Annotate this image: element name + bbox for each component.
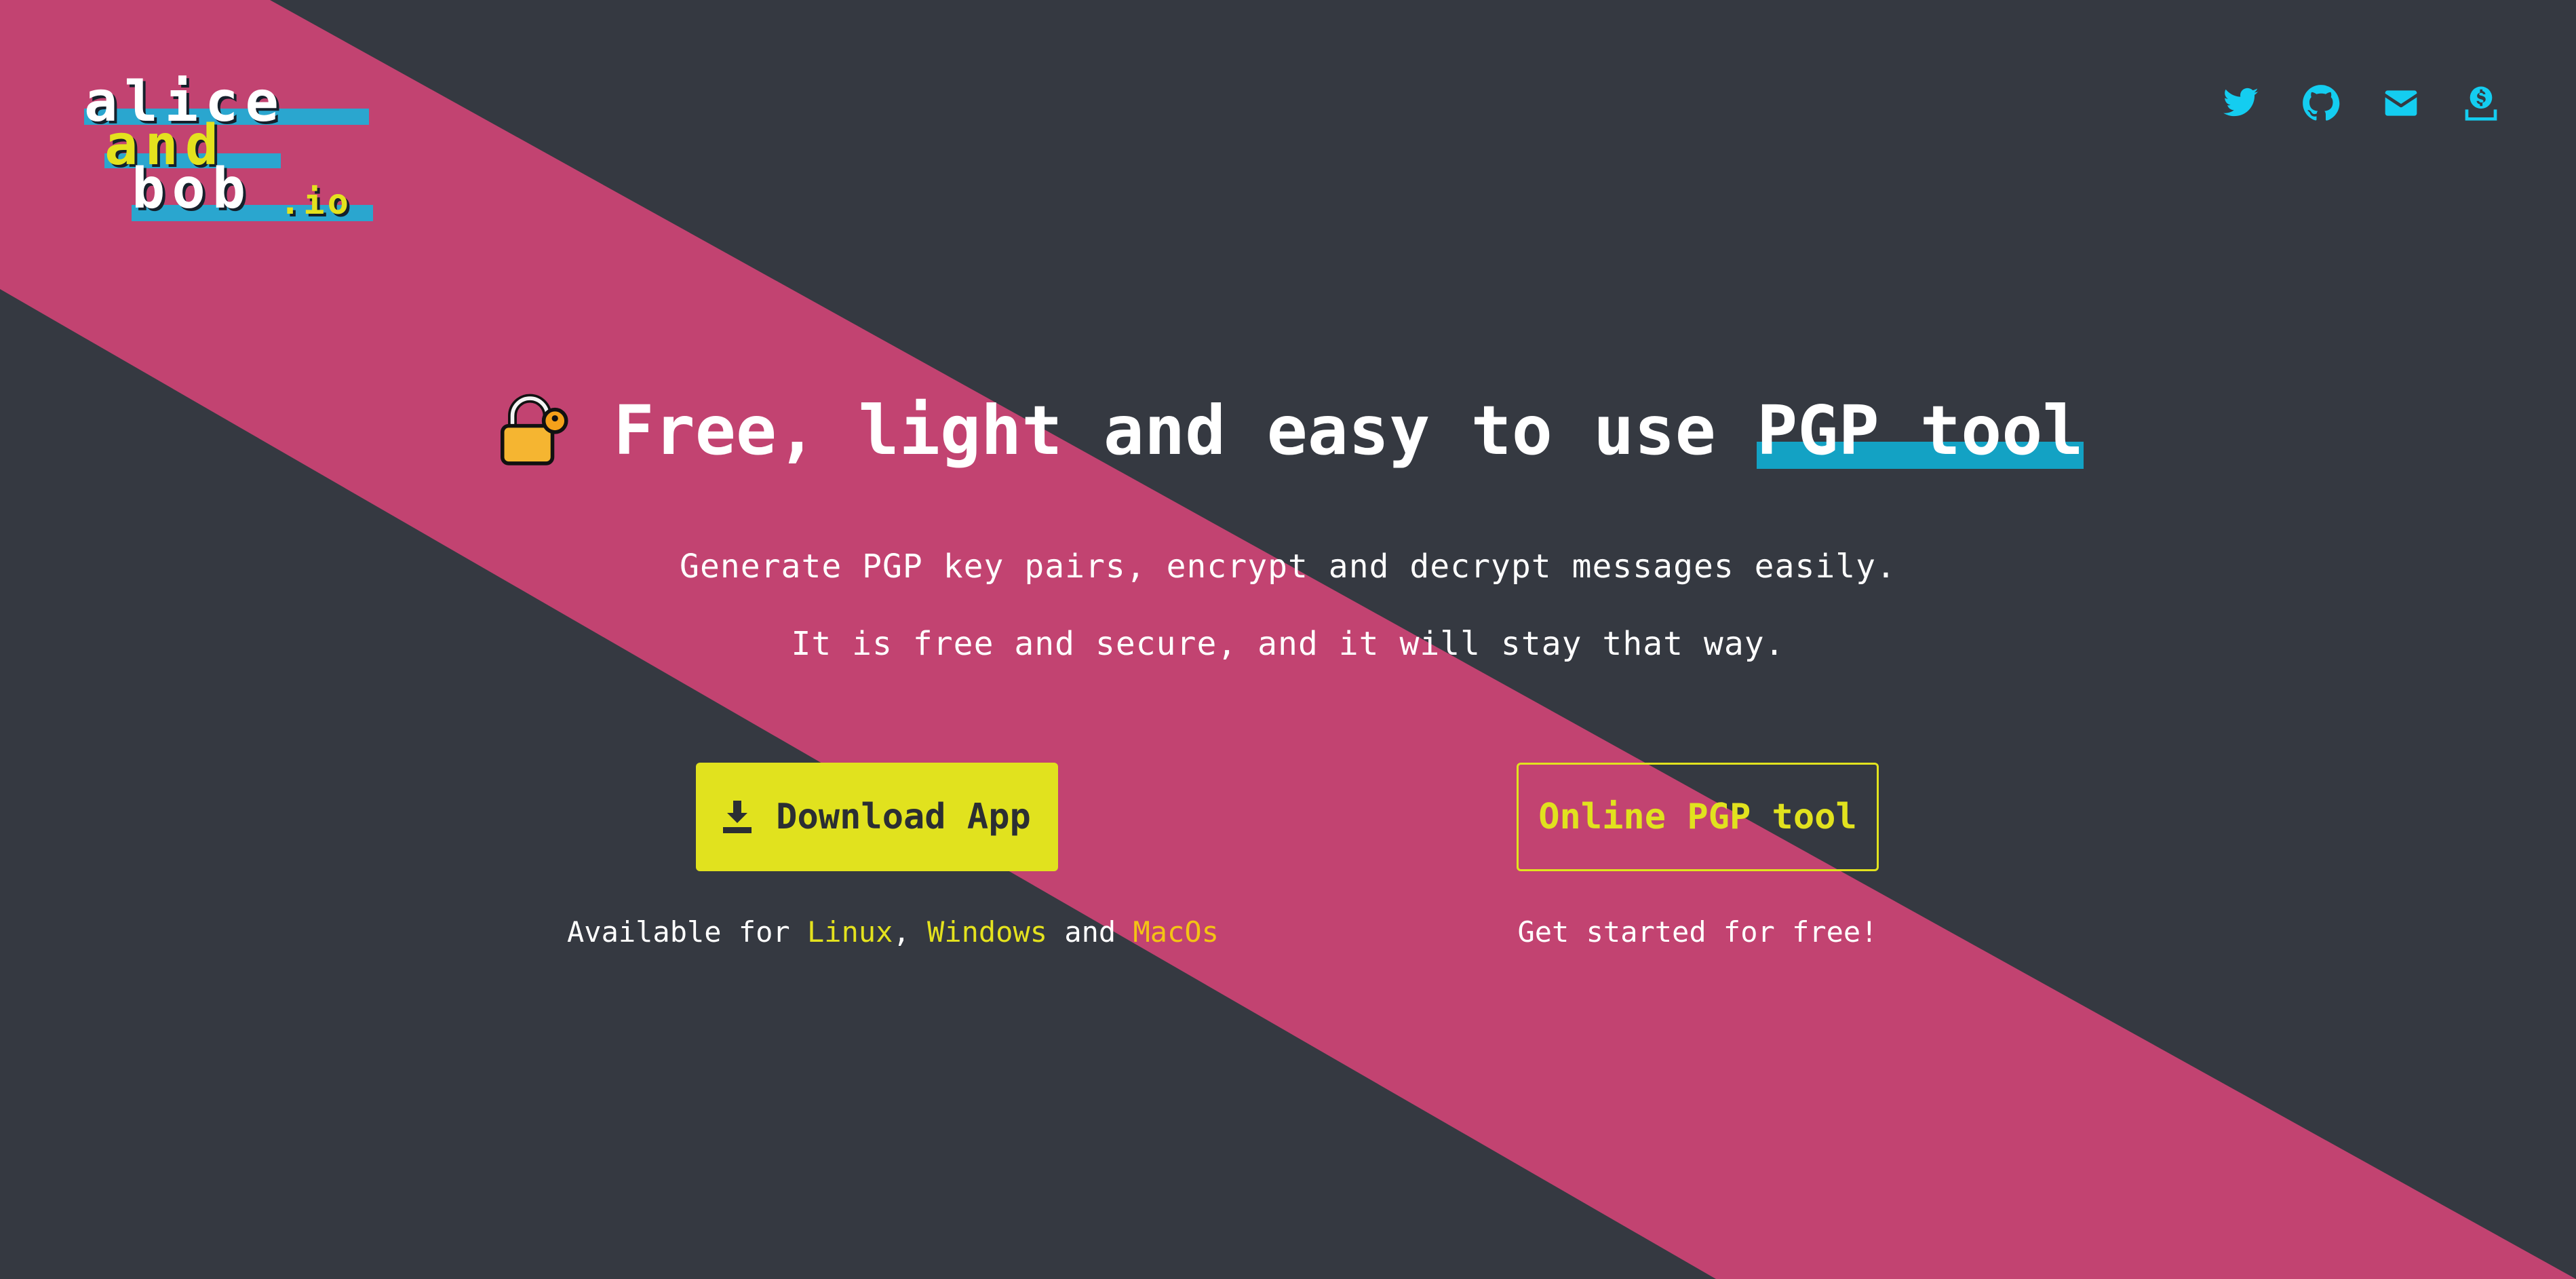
- social-links: [2222, 84, 2500, 122]
- padlock-icon: [501, 394, 568, 465]
- subtitle-line-2: It is free and secure, and it will stay …: [791, 625, 1785, 663]
- logo-word-bob: bob: [132, 157, 253, 221]
- hero-section: Free, light and easy to use PGP tool Gen…: [0, 383, 2576, 664]
- title-highlight: PGP tool: [1757, 383, 2084, 478]
- alice-and-bob-logo[interactable]: alice and bob .io: [79, 75, 377, 231]
- hero-headline: Free, light and easy to use PGP tool: [0, 383, 2576, 478]
- logo-suffix: .io: [279, 182, 351, 223]
- twitter-link[interactable]: [2222, 84, 2260, 122]
- twitter-icon: [2223, 88, 2259, 117]
- available-platforms: Available for Linux, Windows and MacOs: [567, 915, 1219, 950]
- download-icon: [723, 801, 752, 833]
- separator-comma: ,: [893, 915, 928, 949]
- online-pgp-tool-button[interactable]: Online PGP tool: [1517, 763, 1879, 871]
- download-app-label: Download App: [776, 797, 1031, 837]
- windows-link[interactable]: Windows: [927, 915, 1047, 949]
- download-app-button[interactable]: Download App: [696, 763, 1058, 871]
- email-link[interactable]: [2382, 84, 2420, 122]
- get-started-text: Get started for free!: [1517, 915, 1878, 949]
- mail-icon: [2385, 90, 2417, 116]
- separator-and: and: [1047, 915, 1133, 949]
- title-main-text: Free, light and easy to use: [613, 391, 1757, 470]
- online-pgp-tool-label: Online PGP tool: [1538, 797, 1857, 837]
- linux-link[interactable]: Linux: [807, 915, 893, 949]
- github-link[interactable]: [2302, 84, 2340, 122]
- page-title: Free, light and easy to use PGP tool: [613, 383, 2083, 478]
- subtitle-line-1: Generate PGP key pairs, encrypt and decr…: [680, 548, 1896, 586]
- macos-link[interactable]: MacOs: [1133, 915, 1218, 949]
- donate-link[interactable]: [2462, 84, 2500, 122]
- github-icon: [2303, 85, 2340, 121]
- title-highlight-text: PGP tool: [1757, 391, 2084, 470]
- donate-icon: [2465, 86, 2497, 121]
- available-prefix: Available for: [567, 915, 808, 949]
